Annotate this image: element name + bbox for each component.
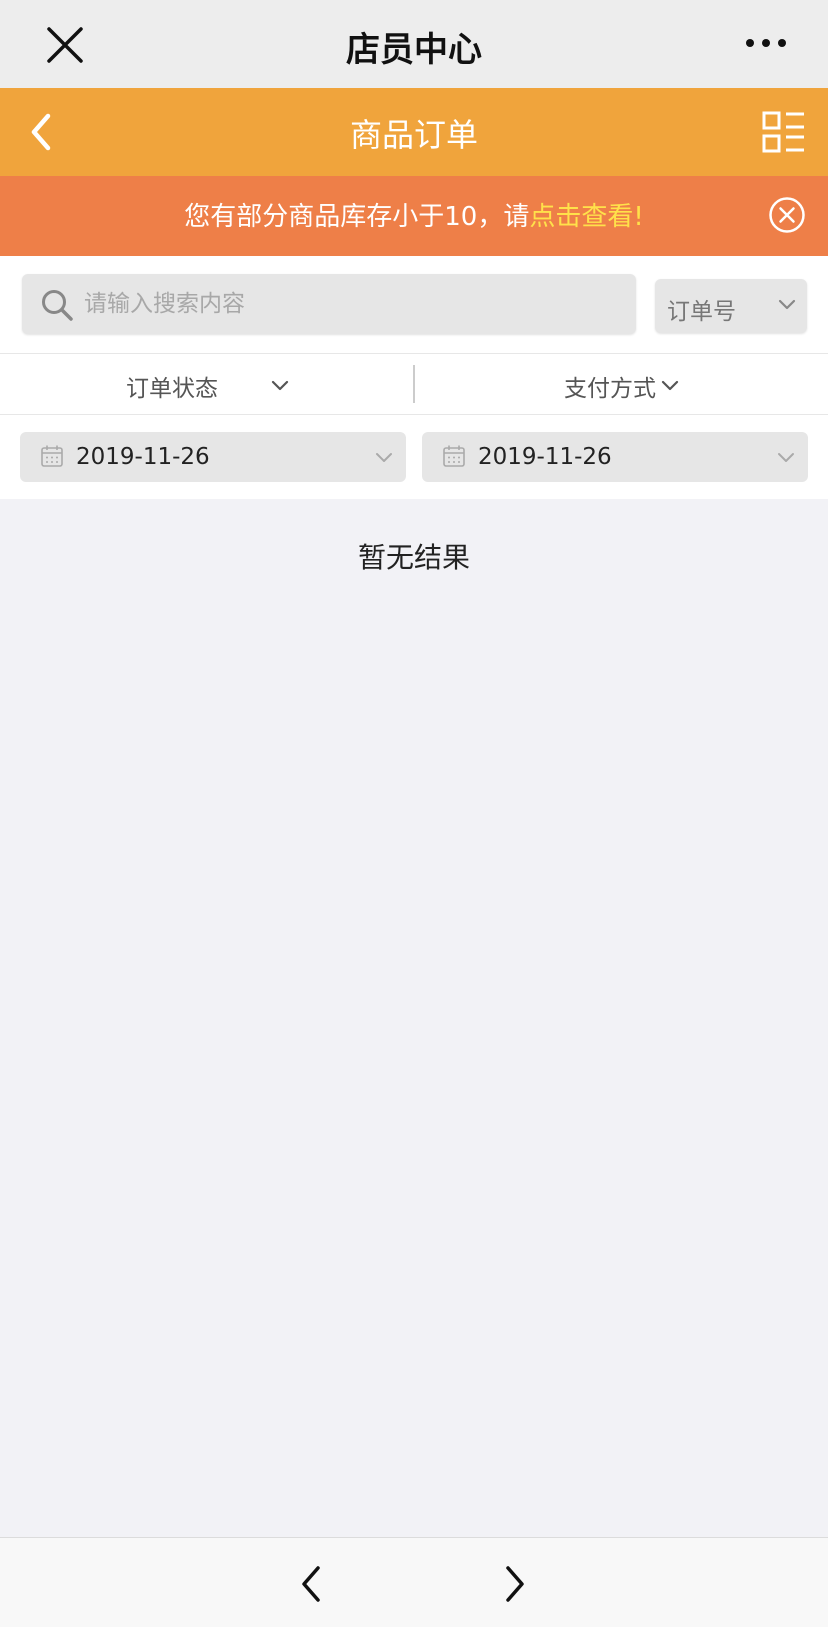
order-status-filter[interactable]: 订单状态: [0, 353, 414, 413]
end-date-value: 2019-11-26: [478, 444, 612, 470]
alert-view-link[interactable]: 点击查看!: [529, 202, 643, 232]
chevron-down-icon: [376, 453, 392, 462]
payment-method-label: 支付方式: [564, 376, 656, 402]
start-date-value: 2019-11-26: [76, 444, 210, 470]
chevron-down-icon: [661, 380, 679, 391]
page-title: 商品订单: [349, 116, 478, 154]
alert-message: 您有部分商品库存小于10，请点击查看!: [0, 196, 828, 233]
app-title: 店员中心: [346, 30, 482, 70]
wechat-top-bar: 店员中心: [0, 0, 828, 88]
filter-panel: 订单号 订单状态 支付方式 2019-11-: [0, 256, 828, 499]
calendar-icon: [443, 445, 465, 467]
payment-method-filter[interactable]: 支付方式: [415, 353, 828, 413]
divider: [0, 414, 828, 415]
chevron-down-icon: [778, 299, 796, 310]
chevron-down-icon: [271, 380, 289, 391]
more-icon[interactable]: [744, 30, 788, 56]
bottom-nav-bar: [0, 1537, 828, 1627]
calendar-icon: [41, 445, 63, 467]
end-date-picker[interactable]: 2019-11-26: [422, 432, 808, 482]
empty-results-text: 暂无结果: [357, 541, 470, 574]
search-box[interactable]: [22, 274, 636, 334]
chevron-right-icon[interactable]: [494, 1562, 534, 1606]
chevron-left-icon[interactable]: [292, 1562, 332, 1606]
filter-row: 订单状态 支付方式: [0, 353, 828, 413]
order-status-label: 订单状态: [126, 376, 218, 402]
low-stock-alert: 您有部分商品库存小于10，请点击查看!: [0, 176, 828, 256]
search-type-select[interactable]: 订单号: [655, 279, 807, 333]
grid-list-icon[interactable]: [762, 110, 806, 154]
close-circle-icon[interactable]: [768, 196, 806, 234]
search-type-label: 订单号: [667, 299, 736, 325]
start-date-picker[interactable]: 2019-11-26: [20, 432, 406, 482]
search-icon: [42, 290, 73, 321]
chevron-down-icon: [778, 453, 794, 462]
search-input[interactable]: [84, 274, 624, 334]
alert-text: 您有部分商品库存小于10，请: [184, 202, 530, 232]
page-header: 商品订单: [0, 88, 828, 176]
